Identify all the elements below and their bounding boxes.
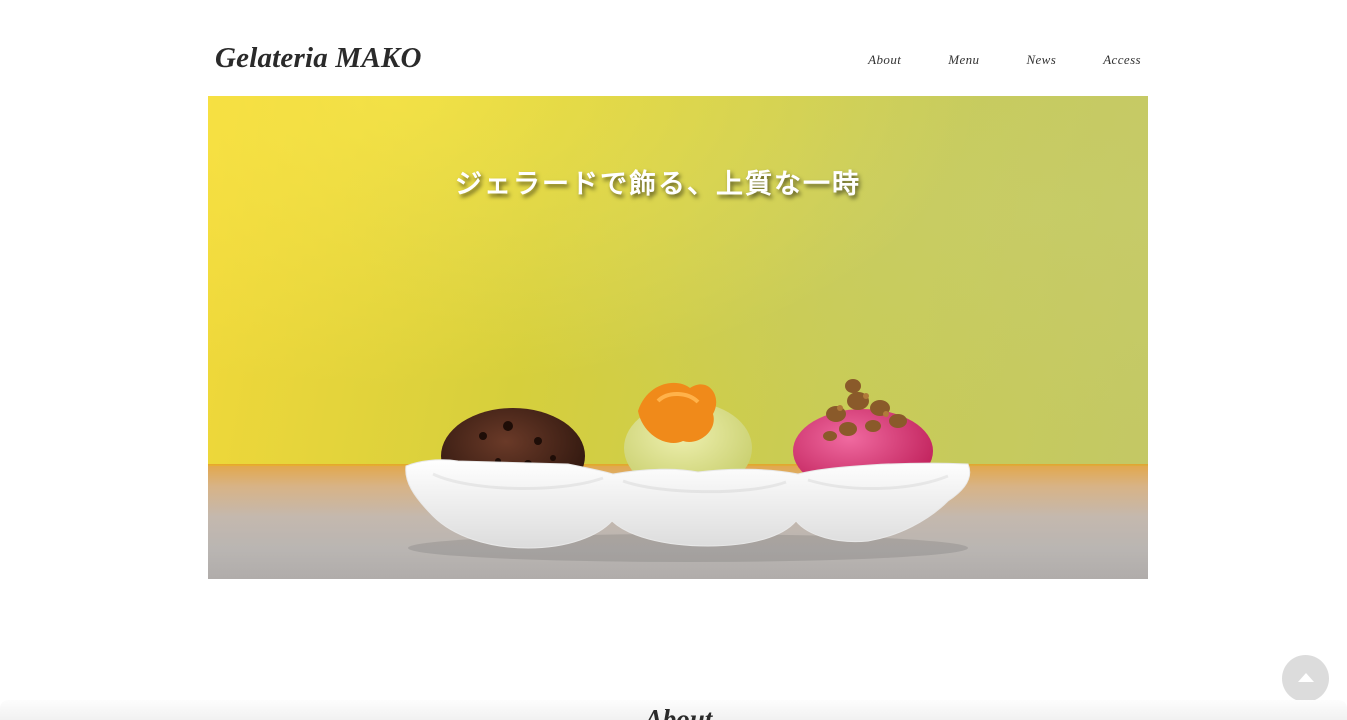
hero-headline: ジェラードで飾る、上質な一時 [455, 169, 861, 200]
scroll-to-top-button[interactable] [1282, 655, 1329, 702]
nav-link-about[interactable]: About [868, 52, 901, 68]
site-header: Gelateria MAKO About Menu News Access [208, 38, 1148, 88]
hero-banner: ジェラードで飾る、上質な一時 [208, 96, 1148, 579]
nav-link-news[interactable]: News [1026, 52, 1056, 68]
about-section: About [0, 700, 1347, 720]
site-logo[interactable]: Gelateria MAKO [215, 42, 422, 75]
triangle-up-icon [1297, 673, 1314, 682]
nav-link-access[interactable]: Access [1103, 52, 1141, 68]
main-nav: About Menu News Access [821, 52, 1141, 68]
about-heading: About [644, 704, 713, 720]
nav-link-menu[interactable]: Menu [948, 52, 979, 68]
